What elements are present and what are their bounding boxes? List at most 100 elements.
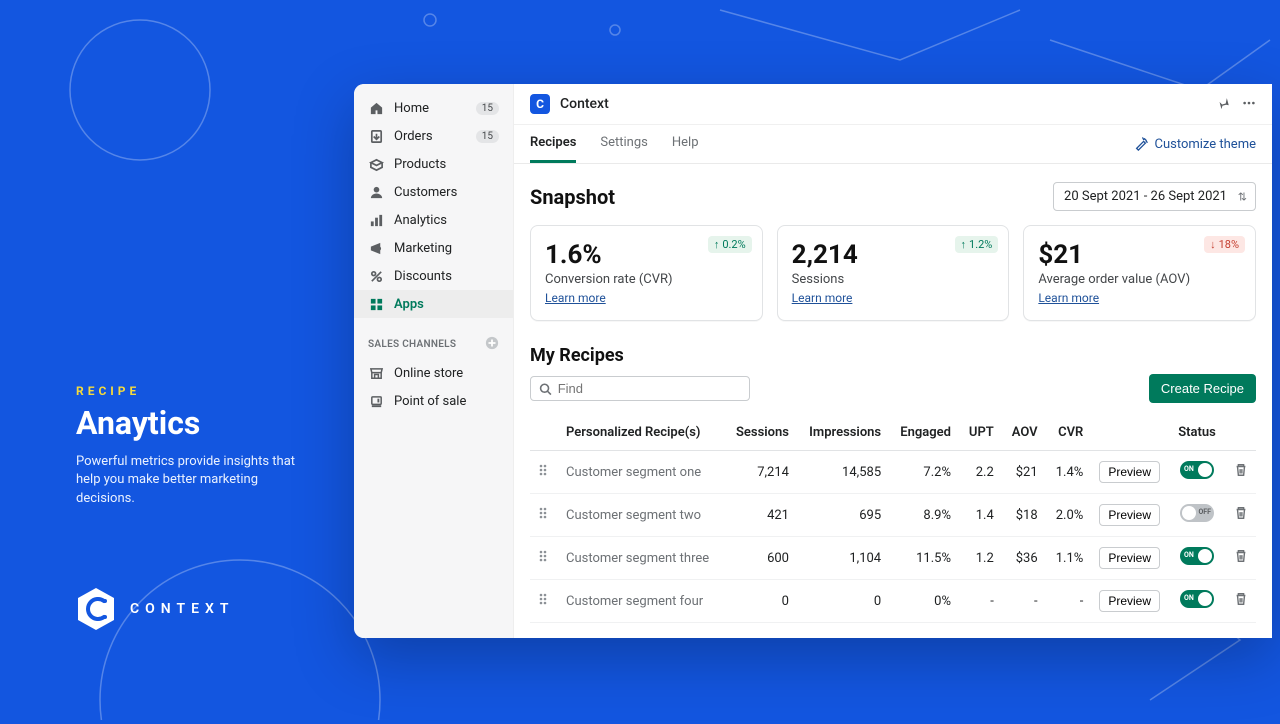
app-title: Context: [560, 96, 609, 112]
app-window: Home 15 Orders 15 Products Customers Ana…: [354, 84, 1272, 638]
sidebar-item-products[interactable]: Products: [354, 150, 513, 178]
recipes-table: Personalized Recipe(s) Sessions Impressi…: [530, 415, 1256, 623]
status-toggle[interactable]: [1180, 590, 1214, 608]
cell-engaged: 0%: [889, 580, 959, 623]
status-toggle[interactable]: [1180, 547, 1214, 565]
sidebar-item-label: Discounts: [394, 269, 452, 284]
delete-icon[interactable]: [1226, 451, 1256, 494]
cell-engaged: 11.5%: [889, 537, 959, 580]
main-pane: C Context Recipes Settings Help Customize …: [514, 84, 1272, 638]
table-row: Customer segment one 7,214 14,585 7.2% 2…: [530, 451, 1256, 494]
customize-theme-label: Customize theme: [1154, 137, 1256, 152]
sidebar-item-home[interactable]: Home 15: [354, 94, 513, 122]
status-toggle[interactable]: [1180, 461, 1214, 479]
drag-handle-icon[interactable]: [530, 580, 558, 623]
preview-button[interactable]: Preview: [1099, 504, 1160, 526]
pin-icon[interactable]: [1216, 95, 1230, 114]
hero-title: Anaytics: [76, 406, 316, 441]
create-recipe-button[interactable]: Create Recipe: [1149, 374, 1256, 403]
cell-aov: $36: [1002, 537, 1046, 580]
store-icon: [368, 365, 384, 381]
col-name: Personalized Recipe(s): [558, 415, 725, 451]
discounts-icon: [368, 268, 384, 284]
cell-impressions: 14,585: [797, 451, 889, 494]
apps-icon: [368, 296, 384, 312]
more-icon[interactable]: [1242, 95, 1256, 114]
delete-icon[interactable]: [1226, 537, 1256, 580]
cell-cvr: 1.4%: [1046, 451, 1092, 494]
customize-theme-link[interactable]: Customize theme: [1134, 137, 1256, 152]
sidebar-item-marketing[interactable]: Marketing: [354, 234, 513, 262]
learn-more-link[interactable]: Learn more: [545, 291, 606, 305]
tabs-row: Recipes Settings Help Customize theme: [514, 125, 1272, 164]
arrow-up-icon: ↑: [714, 238, 720, 251]
table-row: Customer segment four 0 0 0% - - - Previ…: [530, 580, 1256, 623]
tab-recipes[interactable]: Recipes: [530, 125, 576, 163]
tab-help[interactable]: Help: [672, 125, 699, 163]
preview-button[interactable]: Preview: [1099, 590, 1160, 612]
arrow-up-icon: ↑: [961, 238, 967, 251]
hero-eyebrow: RECIPE: [76, 384, 316, 398]
sidebar-channels-heading: SALES CHANNELS: [354, 318, 513, 359]
drag-handle-icon[interactable]: [530, 537, 558, 580]
sidebar-channel-point-of-sale[interactable]: Point of sale: [354, 387, 513, 415]
snapshot-heading: Snapshot: [530, 185, 615, 209]
col-impressions: Impressions: [797, 415, 889, 451]
snapshot-card-2: ↓ 18% $21 Average order value (AOV) Lear…: [1023, 225, 1256, 321]
date-range-select[interactable]: 20 Sept 2021 - 26 Sept 2021: [1053, 182, 1256, 211]
delete-icon[interactable]: [1226, 494, 1256, 537]
cell-aov: $18: [1002, 494, 1046, 537]
find-input[interactable]: [558, 381, 741, 396]
sidebar-item-discounts[interactable]: Discounts: [354, 262, 513, 290]
hero-body: Powerful metrics provide insights that h…: [76, 453, 316, 508]
cell-aov: -: [1002, 580, 1046, 623]
sidebar-item-label: Apps: [394, 297, 424, 312]
table-row: Customer segment three 600 1,104 11.5% 1…: [530, 537, 1256, 580]
delta-badge: ↑ 1.2%: [955, 236, 999, 253]
card-label: Conversion rate (CVR): [545, 272, 748, 287]
analytics-icon: [368, 212, 384, 228]
tab-settings[interactable]: Settings: [600, 125, 647, 163]
delete-icon[interactable]: [1226, 580, 1256, 623]
delta-badge: ↓ 18%: [1204, 236, 1245, 253]
cell-upt: 2.2: [959, 451, 1002, 494]
sidebar-item-apps[interactable]: Apps: [354, 290, 513, 318]
add-channel-icon[interactable]: [485, 336, 499, 353]
sidebar-channels-label: SALES CHANNELS: [368, 339, 456, 350]
cell-cvr: 1.1%: [1046, 537, 1092, 580]
pos-icon: [368, 393, 384, 409]
card-label: Average order value (AOV): [1038, 272, 1241, 287]
col-upt: UPT: [959, 415, 1002, 451]
sidebar-item-label: Marketing: [394, 241, 452, 256]
col-cvr: CVR: [1046, 415, 1092, 451]
cell-engaged: 8.9%: [889, 494, 959, 537]
col-engaged: Engaged: [889, 415, 959, 451]
status-toggle[interactable]: [1180, 504, 1214, 522]
sidebar-item-customers[interactable]: Customers: [354, 178, 513, 206]
card-label: Sessions: [792, 272, 995, 287]
drag-handle-icon[interactable]: [530, 451, 558, 494]
customers-icon: [368, 184, 384, 200]
sidebar: Home 15 Orders 15 Products Customers Ana…: [354, 84, 514, 638]
sidebar-channel-online-store[interactable]: Online store: [354, 359, 513, 387]
cell-engaged: 7.2%: [889, 451, 959, 494]
cell-impressions: 1,104: [797, 537, 889, 580]
recipe-name: Customer segment two: [558, 494, 725, 537]
learn-more-link[interactable]: Learn more: [792, 291, 853, 305]
app-logo-icon: C: [530, 94, 550, 114]
preview-button[interactable]: Preview: [1099, 461, 1160, 483]
drag-handle-icon[interactable]: [530, 494, 558, 537]
arrow-down-icon: ↓: [1210, 238, 1216, 251]
sidebar-badge: 15: [476, 130, 499, 143]
sidebar-item-analytics[interactable]: Analytics: [354, 206, 513, 234]
cell-upt: 1.2: [959, 537, 1002, 580]
sidebar-item-orders[interactable]: Orders 15: [354, 122, 513, 150]
cell-sessions: 600: [725, 537, 797, 580]
find-input-wrap[interactable]: [530, 376, 750, 401]
cell-impressions: 695: [797, 494, 889, 537]
learn-more-link[interactable]: Learn more: [1038, 291, 1099, 305]
marketing-icon: [368, 240, 384, 256]
sidebar-item-label: Point of sale: [394, 394, 466, 409]
preview-button[interactable]: Preview: [1099, 547, 1160, 569]
col-aov: AOV: [1002, 415, 1046, 451]
